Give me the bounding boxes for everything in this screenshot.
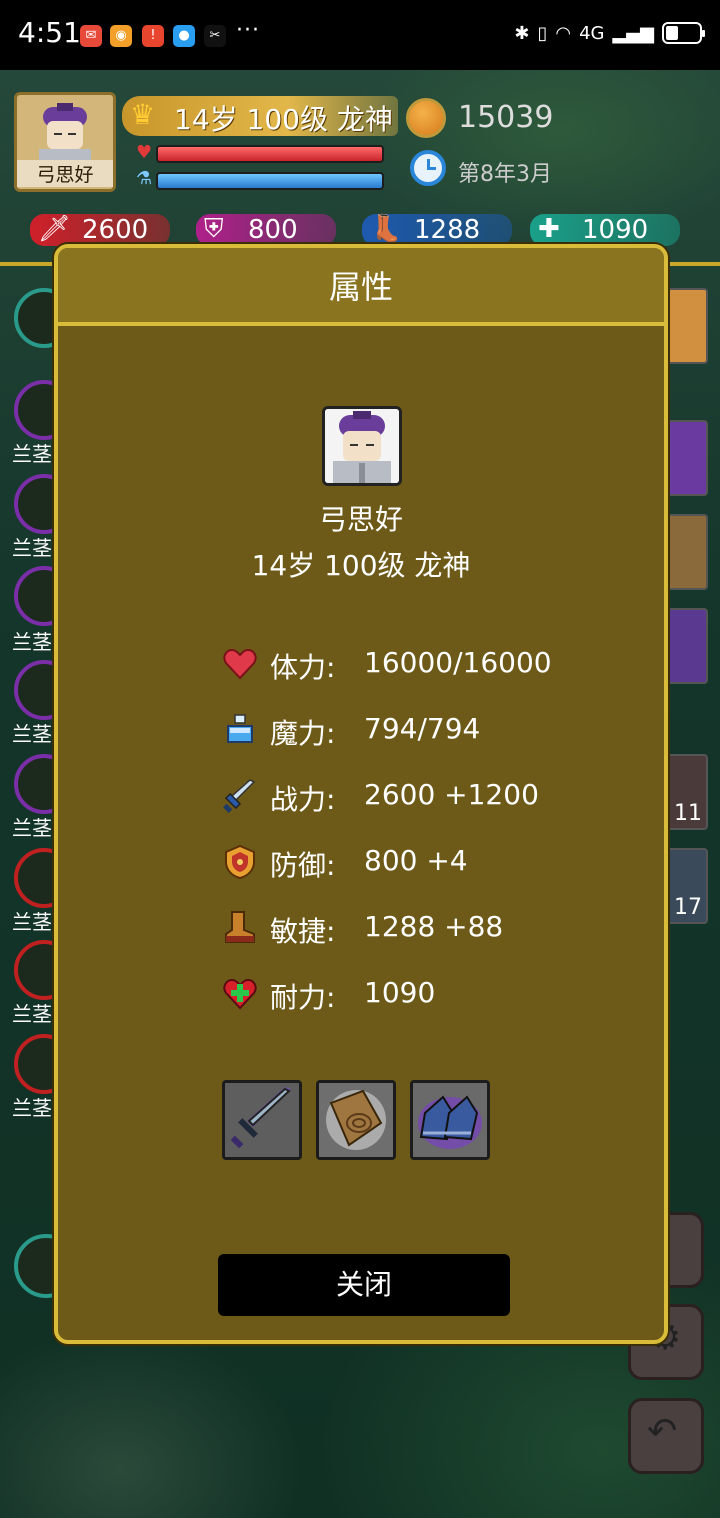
crown-icon: ♛ [130,98,156,131]
shield-icon: ⛨ [204,214,224,244]
boots-item[interactable] [664,608,708,684]
side-label: 兰茎 [12,816,52,840]
vibrate-icon: ▯ [537,22,548,44]
level-text: 14岁 100级 龙神 [174,103,393,136]
attribute-label: 敏捷: [270,915,336,948]
mp-potion-item[interactable]: 17 [664,848,708,924]
attribute-value: 794/794 [364,712,481,745]
player-name: 弓思好 [17,160,113,187]
attribute-label: 战力: [270,783,336,816]
hp-potion-item[interactable]: 11 [664,754,708,830]
scroll-item[interactable] [664,288,708,364]
app-badge-icon: ! [142,25,164,47]
signal-icon: 4G [579,22,605,44]
side-label: 兰茎 [12,536,52,560]
signal-icon-2: ▂▄▆ [612,22,654,44]
side-label: 兰茎 [12,910,52,934]
equipment-slot-boots[interactable] [410,1080,490,1160]
close-button[interactable]: 关闭 [218,1254,510,1316]
shield-icon [225,844,255,880]
heart-icon [223,648,257,680]
boots-icon [413,1083,487,1157]
wood-shield-icon [319,1083,393,1157]
app-notification-icon: ✉ [80,25,102,47]
attribute-label: 体力: [270,651,336,684]
character-portrait [322,406,402,486]
status-bar: 4:51 ✉ ◉ ! ● ✂ ··· ✱ ▯ ◠ 4G ▂▄▆ [0,0,720,70]
modal-title: 属性 [328,268,393,306]
defense-stat: ⛨ 800 [196,214,336,246]
wifi-icon: ◠ [555,22,572,44]
side-label: 兰茎 [12,442,52,466]
stamina-value: 1090 [582,215,649,245]
attribute-label: 防御: [270,849,336,882]
heart-plus-icon: ✚ [538,214,560,244]
more-notifications-icon: ··· [236,18,260,43]
bluetooth-icon: ✱ [514,22,530,44]
coin-icon [406,98,446,138]
side-label: 兰茎 [12,1096,52,1120]
side-label: 兰茎 [12,722,52,746]
game-date: 第8年3月 [458,162,552,187]
back-icon: ↶ [647,1411,678,1452]
sword-icon [223,779,256,813]
wood-item[interactable] [664,514,708,590]
stamina-stat: ✚ 1090 [530,214,680,246]
boot-icon: 👢 [370,214,403,244]
equipment-slot-weapon[interactable] [222,1080,302,1160]
character-level: 14岁 100级 龙神 [251,549,471,582]
attack-value: 2600 [82,215,149,245]
character-face-icon [39,103,91,165]
sword-item[interactable] [664,420,708,496]
attribute-label: 耐力: [270,981,336,1014]
player-avatar[interactable]: 弓思好 [14,92,116,192]
attributes-modal: 属性 弓思好 14岁 100级 龙神 体力: 16000/16000 魔力: 7… [54,244,668,1344]
character-name: 弓思好 [318,503,403,536]
mp-bar [156,172,384,190]
heart-plus-icon [223,978,257,1010]
status-time: 4:51 [18,16,81,49]
attribute-value: 1288 +88 [364,910,504,943]
side-label: 兰茎 [12,630,52,654]
weibo-icon: ◉ [110,25,132,47]
item-count: 17 [674,895,702,920]
item-count: 11 [674,801,702,826]
side-label: 兰茎 [12,1002,52,1026]
message-icon: ● [173,25,195,47]
attribute-value: 800 +4 [364,844,468,877]
attribute-value: 2600 +1200 [364,778,539,811]
sword-icon [225,1083,299,1157]
attribute-label: 魔力: [270,717,336,750]
sword-icon: 🗡 [38,214,72,244]
battery-icon [662,22,705,44]
agility-value: 1288 [414,215,481,245]
attack-stat: 🗡 2600 [30,214,170,246]
modal-header: 属性 [58,248,664,326]
character-face-icon [325,409,399,483]
potion-icon: ⚗ [136,168,153,189]
attribute-value: 1090 [364,976,436,1009]
defense-value: 800 [248,215,298,245]
boot-icon [225,911,255,943]
agility-stat: 👢 1288 [362,214,512,246]
back-button[interactable]: ↶ [628,1398,704,1474]
status-indicators: ✱ ▯ ◠ 4G ▂▄▆ [514,22,705,44]
clock-icon [410,150,446,186]
heart-icon: ♥ [136,142,153,163]
hp-bar [156,145,384,163]
equipment-slot-armor[interactable] [316,1080,396,1160]
coin-count: 15039 [458,100,554,135]
scissors-icon: ✂ [204,25,226,47]
potion-icon [227,714,253,743]
attribute-value: 16000/16000 [364,646,552,679]
